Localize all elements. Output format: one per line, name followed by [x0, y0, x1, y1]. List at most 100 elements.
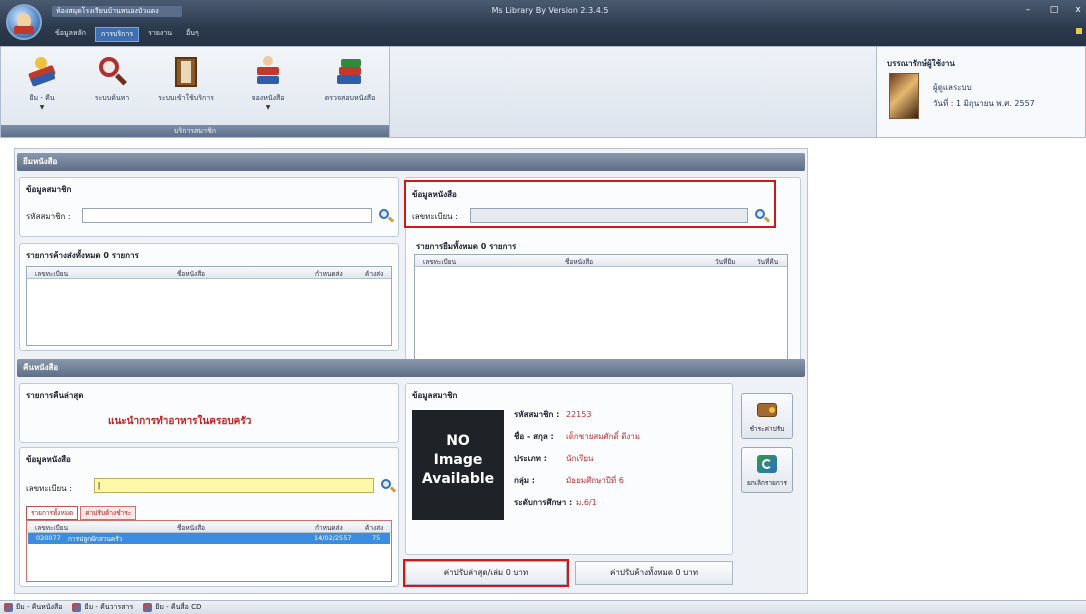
col-borrow-date: วันที่ยืม — [715, 258, 736, 266]
return-section-header: คืนหนังสือ — [17, 359, 805, 377]
row-title: การปลูกผักสวนครัว — [68, 535, 123, 543]
status-indicator-icon — [1076, 28, 1082, 34]
return-book-panel-title: ข้อมูลหนังสือ — [26, 455, 71, 464]
member-search-icon[interactable] — [378, 208, 395, 224]
borrow-section-header: ยืมหนังสือ — [17, 153, 805, 171]
tab-service[interactable]: การบริการ — [95, 27, 140, 42]
member-type-row: ประเภท : นักเรียน — [514, 454, 594, 463]
latest-return-title: รายการคืนล่าสุด — [26, 391, 84, 400]
table-row[interactable]: 020077 การปลูกผักสวนครัว 14/02/2557 75 — [28, 533, 390, 544]
minimize-button[interactable]: – — [1020, 4, 1036, 16]
member-group-row: กลุ่ม : มัธยมศึกษาปีที่ 6 — [514, 476, 624, 485]
tab-borrow-journals[interactable]: ยืม - คืนวารสาร — [72, 601, 133, 614]
dropdown-arrow-icon: ▼ — [39, 104, 45, 111]
latest-return-panel: รายการคืนล่าสุด แนะนำการทำอาหารในครอบครั… — [19, 383, 399, 443]
reserve-book-button[interactable]: จองหนังสือ ▼ — [237, 53, 299, 121]
col-title: ชื่อหนังสือ — [177, 524, 206, 532]
close-button[interactable]: x — [1070, 4, 1086, 16]
col-reg: เลขทะเบียน — [35, 524, 69, 532]
overdue-title: รายการค้างส่งทั้งหมด 0 รายการ — [26, 251, 139, 260]
row-reg: 020077 — [36, 534, 61, 542]
window-tabs-bar: ยืม - คืนหนังสือ ยืม - คืนวารสาร ยืม - ค… — [0, 600, 1086, 614]
col-due: กำหนดส่ง — [315, 270, 343, 278]
cd-tab-icon — [143, 603, 153, 612]
tab-master-data[interactable]: ข้อมูลหลัก — [50, 27, 91, 42]
member-code-row: รหัสสมาชิก :22153 — [514, 410, 592, 419]
pay-fine-button[interactable]: ชำระค่าปรับ — [741, 393, 793, 439]
no-image-line1: NO — [446, 433, 470, 449]
row-late: 75 — [372, 534, 381, 542]
service-entry-label: ระบบเข้าใช้บริการ — [158, 94, 214, 102]
librarian-title: บรรณารักษ์ผู้ใช้งาน — [887, 59, 955, 68]
member-code-label: รหัสสมาชิก : — [26, 212, 71, 221]
tab-outstanding-fines[interactable]: ค่าปรับค้างชำระ — [80, 506, 137, 520]
overdue-table[interactable]: เลขทะเบียน ชื่อหนังสือ กำหนดส่ง ค้างส่ง — [26, 266, 392, 346]
pay-fine-label: ชำระค่าปรับ — [749, 425, 785, 433]
journal-tab-icon — [72, 603, 82, 612]
book-icon — [14, 26, 34, 34]
return-table[interactable]: เลขทะเบียน ชื่อหนังสือ กำหนดส่ง ค้างส่ง … — [26, 520, 392, 582]
no-image-line2: Image — [433, 452, 483, 468]
col-late: ค้างส่ง — [365, 524, 384, 532]
borrow-book-panel: ข้อมูลหนังสือ เลขทะเบียน : รายการยืมทั้ง… — [404, 177, 801, 375]
row-due: 14/02/2557 — [314, 534, 352, 542]
return-table-header: เลขทะเบียน ชื่อหนังสือ กำหนดส่ง ค้างส่ง — [27, 521, 391, 533]
member-code-input[interactable] — [82, 208, 372, 223]
ribbon-group-label: บริการสมาชิก — [1, 125, 389, 137]
refresh-icon — [755, 453, 779, 475]
borrow-return-label: ยืม - คืน — [29, 94, 55, 102]
tab-reports[interactable]: รายงาน — [143, 27, 177, 42]
check-book-label: ตรวจสอบหนังสือ — [324, 94, 376, 102]
librarian-panel: บรรณารักษ์ผู้ใช้งาน ผู้ดูแลระบบ วันที่ :… — [876, 46, 1086, 138]
book-search-icon[interactable] — [754, 208, 771, 224]
borrow-member-panel-title: ข้อมูลสมาชิก — [26, 185, 72, 194]
col-reg: เลขทะเบียน — [423, 258, 457, 266]
reserve-book-label: จองหนังสือ — [251, 94, 285, 102]
search-system-button[interactable]: ระบบค้นหา — [81, 53, 143, 121]
books-icon — [25, 55, 59, 89]
service-entry-button[interactable]: ระบบเข้าใช้บริการ — [155, 53, 217, 121]
window-title: Ms Library By Version 2.3.4.5 — [491, 6, 609, 15]
member-name-row: ชื่อ - สกุล : เด็กชายสมศักดิ์ ดีงาม — [514, 432, 641, 441]
current-date: วันที่ : 1 มิถุนายน พ.ศ. 2557 — [933, 99, 1035, 108]
return-tabs: รายการทั้งหมด ค่าปรับค้างชำระ — [26, 506, 137, 520]
avatar — [889, 73, 919, 119]
borrow-book-panel-title: ข้อมูลหนังสือ — [412, 190, 457, 199]
col-late: ค้างส่ง — [365, 270, 384, 278]
main-form: ยืมหนังสือ ข้อมูลสมาชิก รหัสสมาชิก : ราย… — [14, 148, 808, 594]
book-reg-input[interactable] — [470, 208, 748, 223]
wallet-icon — [755, 399, 779, 421]
overdue-table-header: เลขทะเบียน ชื่อหนังสือ กำหนดส่ง ค้างส่ง — [27, 267, 391, 279]
book-reg-label: เลขทะเบียน : — [412, 212, 458, 221]
no-image-line3: Available — [421, 471, 495, 487]
title-bar: ห้องสมุดโรงเรียนบ้านหนองบัวแดง ข้อมูลหลั… — [0, 0, 1086, 46]
borrow-list-header: เลขทะเบียน ชื่อหนังสือ วันที่ยืม วันที่ค… — [415, 255, 787, 267]
borrow-member-panel: ข้อมูลสมาชิก รหัสสมาชิก : — [19, 177, 399, 237]
tab-borrow-cd[interactable]: ยืม - คืนสื่อ CD — [143, 601, 201, 614]
borrow-list-table[interactable]: เลขทะเบียน ชื่อหนังสือ วันที่ยืม วันที่ค… — [414, 254, 788, 368]
ribbon-empty-area — [390, 46, 876, 138]
col-title: ชื่อหนังสือ — [565, 258, 594, 266]
borrow-return-button[interactable]: ยืม - คืน ▼ — [11, 53, 73, 121]
latest-return-book: แนะนำการทำอาหารในครอบครัว — [108, 416, 252, 427]
tab-others[interactable]: อื่นๆ — [181, 27, 204, 42]
maximize-button[interactable]: □ — [1046, 4, 1062, 16]
tab-borrow-books[interactable]: ยืม - คืนหนังสือ — [4, 601, 62, 614]
menu-tabs: ข้อมูลหลัก การบริการ รายงาน อื่นๆ — [50, 27, 204, 42]
person-book-icon — [251, 55, 285, 89]
fine-latest-highlight — [403, 559, 569, 587]
app-menu-button[interactable] — [6, 4, 42, 40]
cancel-item-button[interactable]: ยกเลิกรายการ — [741, 447, 793, 493]
col-title: ชื่อหนังสือ — [177, 270, 206, 278]
tab-all-items[interactable]: รายการทั้งหมด — [26, 506, 79, 520]
return-reg-input[interactable] — [94, 478, 374, 493]
col-reg: เลขทะเบียน — [35, 270, 69, 278]
return-search-icon[interactable] — [380, 478, 397, 494]
check-book-button[interactable]: ตรวจสอบหนังสือ — [319, 53, 381, 121]
magnifier-icon — [95, 55, 129, 89]
ribbon-service-group: ยืม - คืน ▼ ระบบค้นหา ระบบเข้าใช้บริการ … — [0, 46, 390, 138]
book-tab-icon — [4, 603, 13, 612]
overdue-panel: รายการค้างส่งทั้งหมด 0 รายการ เลขทะเบียน… — [19, 243, 399, 351]
door-icon — [169, 55, 203, 89]
fine-total-button[interactable]: ค่าปรับค้างทั้งหมด 0 บาท — [575, 561, 733, 585]
